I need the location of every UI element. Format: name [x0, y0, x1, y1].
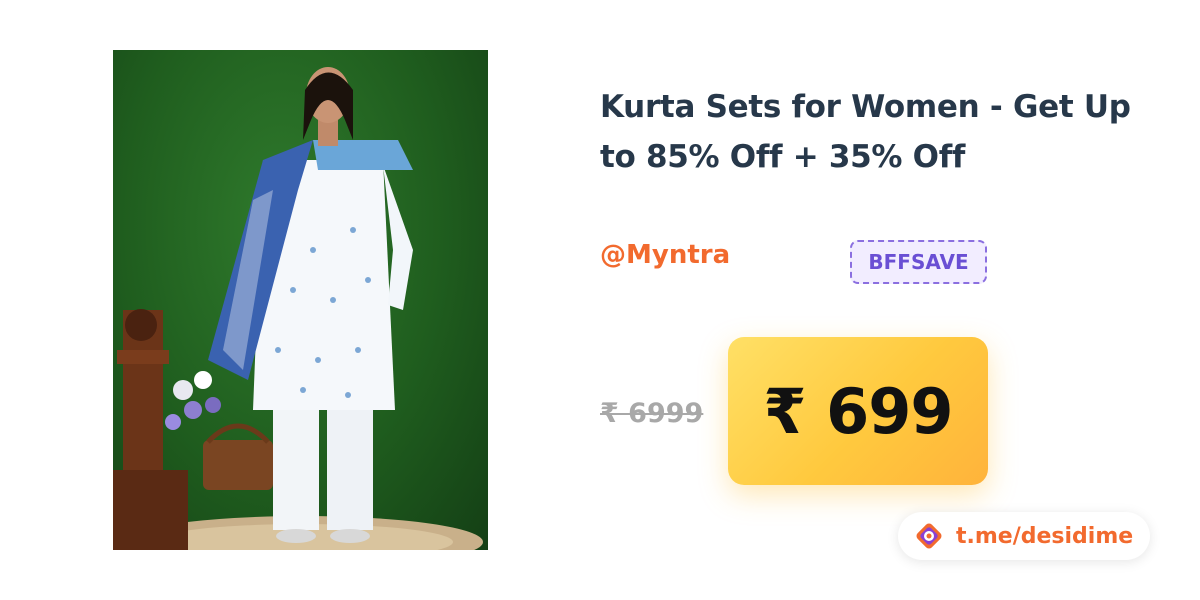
deal-price: ₹ 699 [763, 374, 953, 448]
original-price: ₹ 6999 [600, 398, 704, 429]
channel-label: t.me/desidime [956, 523, 1134, 549]
product-image[interactable] [113, 50, 488, 550]
coupon-code[interactable]: BFFSAVE [850, 240, 987, 284]
store-link[interactable]: @Myntra [600, 240, 730, 270]
telegram-channel-link[interactable]: t.me/desidime [898, 512, 1150, 560]
coupon-code-text: BFFSAVE [868, 250, 969, 274]
product-photo-icon [113, 67, 483, 550]
desidime-logo-icon [914, 521, 944, 551]
deal-price-box: ₹ 699 [728, 337, 988, 485]
product-title: Kurta Sets for Women - Get Up to 85% Off… [600, 89, 1131, 175]
